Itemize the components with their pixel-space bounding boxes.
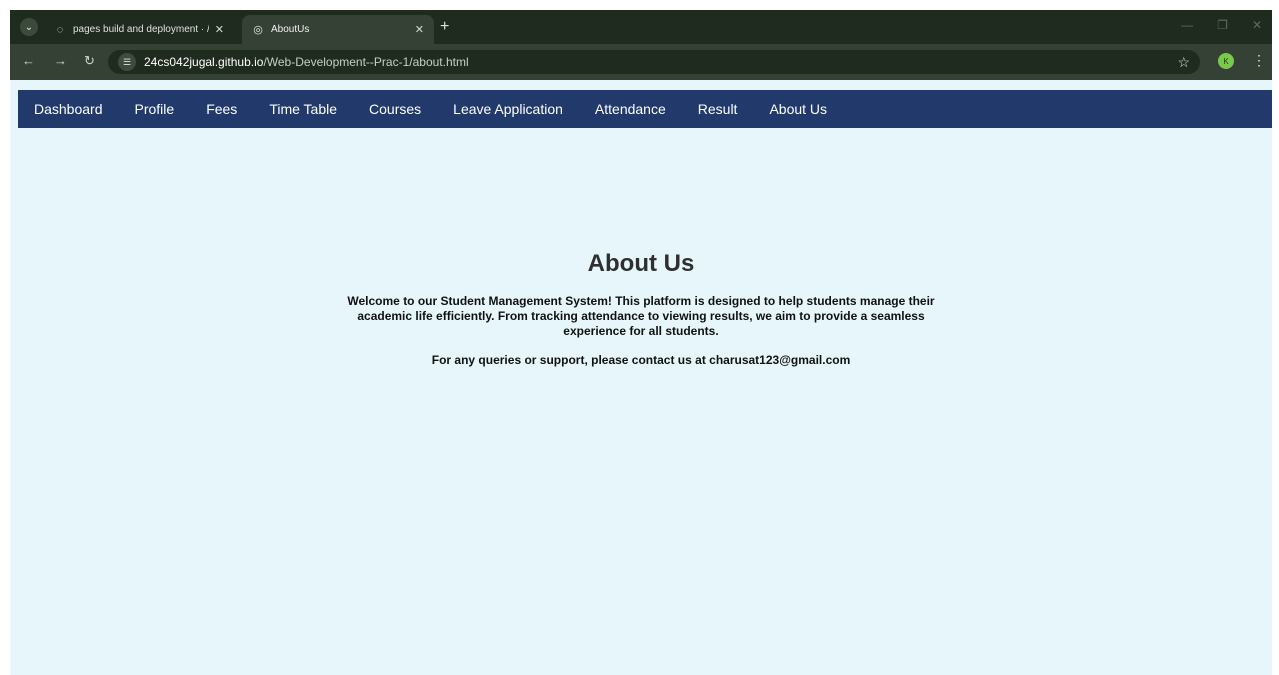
back-arrow-icon[interactable]: ← [22,53,35,68]
url-text: 24cs042jugal.github.io/Web-Development--… [144,55,469,69]
nav-dashboard[interactable]: Dashboard [34,101,103,117]
address-bar[interactable]: ☰ 24cs042jugal.github.io/Web-Development… [108,50,1200,74]
reload-icon[interactable]: ↻ [84,53,95,69]
page-title: About Us [587,250,695,277]
globe-icon: ◎ [253,24,263,36]
page-body: Dashboard Profile Fees Time Table Course… [10,80,1272,675]
new-tab-icon[interactable]: + [440,18,449,36]
nav-courses[interactable]: Courses [369,101,421,117]
about-description: Welcome to our Student Management System… [347,294,935,338]
more-menu-icon[interactable]: ⋮ [1252,52,1266,69]
close-icon[interactable]: ✕ [415,23,424,36]
nav-profile[interactable]: Profile [135,101,175,117]
nav-about-us[interactable]: About Us [769,101,827,117]
contact-text: For any queries or support, please conta… [431,353,851,367]
nav-result[interactable]: Result [698,101,738,117]
profile-avatar[interactable]: K [1218,53,1234,69]
close-window-icon[interactable]: ✕ [1252,18,1262,32]
tab-search-icon[interactable]: ⌄ [20,18,38,36]
tab-about-us[interactable]: ◎ AboutUs ✕ [242,15,434,44]
nav-leave-application[interactable]: Leave Application [453,101,563,117]
url-host: 24cs042jugal.github.io [144,55,264,69]
site-settings-icon[interactable]: ☰ [118,53,136,71]
about-section: About Us Welcome to our Student Manageme… [10,250,1272,367]
tab-title: pages build and deployment · / [73,24,209,35]
tab-title: AboutUs [271,24,310,35]
maximize-icon[interactable]: ❐ [1217,18,1228,32]
main-navbar: Dashboard Profile Fees Time Table Course… [18,90,1272,128]
nav-fees[interactable]: Fees [206,101,237,117]
url-path: /Web-Development--Prac-1/about.html [263,55,469,69]
tab-pages-build[interactable]: ◌ pages build and deployment · / ✕ [44,15,234,44]
nav-time-table[interactable]: Time Table [269,101,337,117]
bookmark-star-icon[interactable]: ☆ [1177,54,1190,71]
minimize-icon[interactable]: — [1181,18,1193,32]
nav-attendance[interactable]: Attendance [595,101,666,117]
close-icon[interactable]: ✕ [215,23,224,36]
loading-icon: ◌ [56,23,64,36]
forward-arrow-icon[interactable]: → [54,53,67,68]
tab-strip: ⌄ ◌ pages build and deployment · / ✕ ◎ A… [10,10,1272,44]
browser-toolbar: ← → ↻ ☰ 24cs042jugal.github.io/Web-Devel… [10,44,1272,80]
window-controls: — ❐ ✕ [1181,18,1262,32]
browser-window: ⌄ ◌ pages build and deployment · / ✕ ◎ A… [10,10,1272,675]
